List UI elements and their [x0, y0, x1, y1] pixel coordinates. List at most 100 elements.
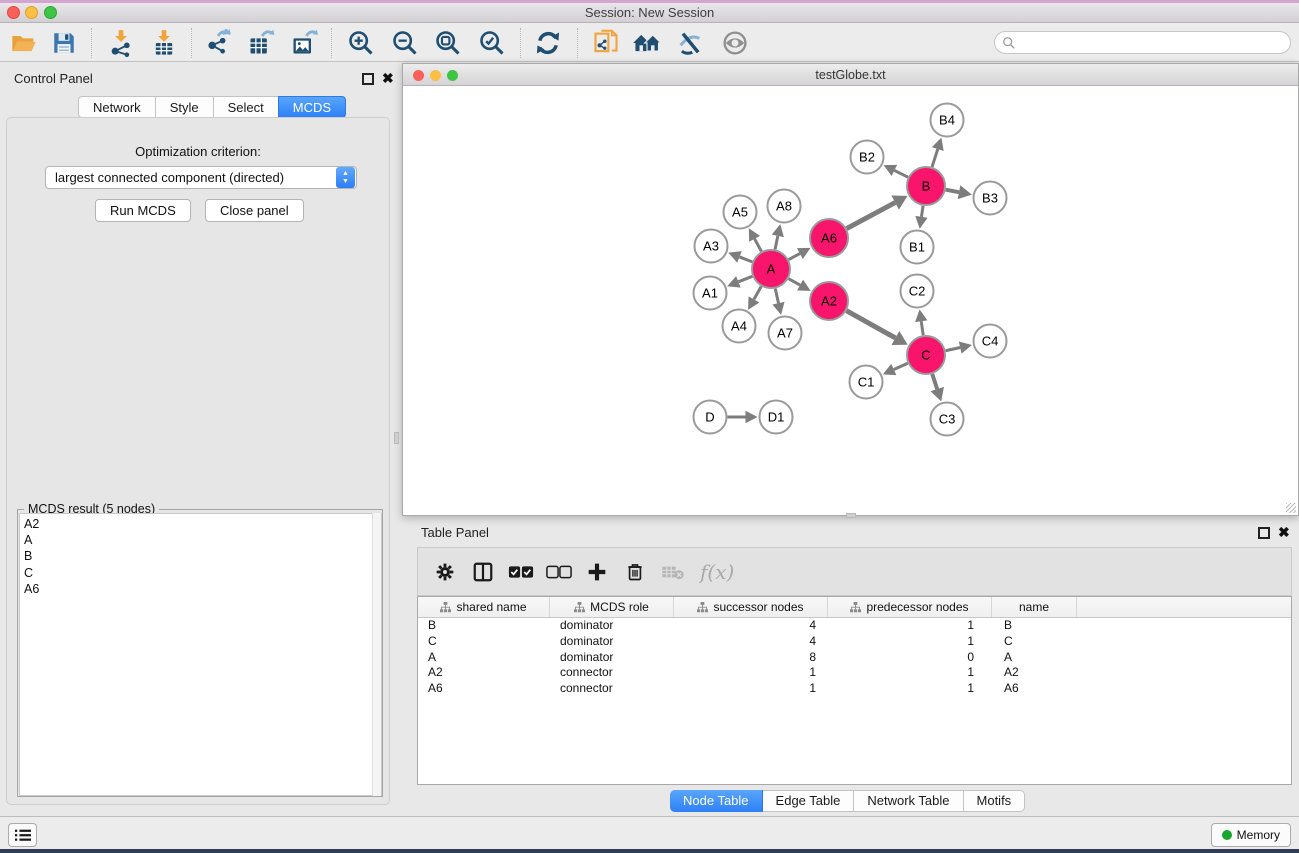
network-graph[interactable]: B4B2BB3A5A8A6B1A3AC2A1A2A4A7C4CC1C3DD1	[404, 86, 1297, 515]
table-cell[interactable]: 4	[674, 618, 828, 634]
graph-edge[interactable]	[754, 286, 761, 299]
close-panel-icon[interactable]: ✖	[382, 71, 394, 85]
table-row[interactable]: Bdominator41B	[418, 618, 1291, 634]
table-cell[interactable]: dominator	[550, 650, 674, 666]
table-cell[interactable]: connector	[550, 681, 674, 697]
tab-edge-table[interactable]: Edge Table	[763, 791, 855, 811]
table-cell[interactable]: B	[992, 618, 1077, 634]
graph-edge[interactable]	[789, 254, 800, 260]
table-cell[interactable]: 1	[828, 665, 992, 681]
result-item[interactable]: A2	[24, 516, 381, 532]
zoom-window-button[interactable]	[44, 6, 57, 19]
run-mcds-button[interactable]: Run MCDS	[95, 199, 191, 222]
column-header-shared-name[interactable]: shared name	[418, 597, 550, 617]
table-settings-button[interactable]	[426, 562, 464, 582]
float-panel-icon[interactable]	[1258, 527, 1270, 539]
close-panel-button[interactable]: Close panel	[205, 199, 304, 222]
table-row[interactable]: A2connector11A2	[418, 665, 1291, 681]
graph-edge[interactable]	[847, 203, 896, 229]
import-network-button[interactable]	[103, 25, 139, 61]
graph-edge[interactable]	[846, 311, 895, 338]
criterion-dropdown[interactable]: largest connected component (directed) ▲…	[45, 166, 357, 189]
table-cell[interactable]: dominator	[550, 634, 674, 650]
result-item[interactable]: A6	[24, 581, 381, 597]
export-table-button[interactable]	[243, 25, 279, 61]
graph-edge[interactable]	[932, 149, 938, 167]
mcds-result-list[interactable]: A2ABCA6	[19, 513, 382, 796]
column-header-predecessor-nodes[interactable]: predecessor nodes	[828, 597, 992, 617]
network-window-titlebar[interactable]: testGlobe.txt	[403, 64, 1298, 86]
graph-edge[interactable]	[775, 289, 778, 304]
minimize-window-button[interactable]	[25, 6, 38, 19]
result-item[interactable]: C	[24, 565, 381, 581]
graph-edge[interactable]	[946, 348, 961, 351]
tab-motifs[interactable]: Motifs	[964, 791, 1025, 811]
table-row[interactable]: Adominator80A	[418, 650, 1291, 666]
export-network-button[interactable]	[200, 25, 236, 61]
select-all-rows-button[interactable]	[502, 565, 540, 579]
column-header-successor-nodes[interactable]: successor nodes	[674, 597, 828, 617]
table-cell[interactable]: 0	[828, 650, 992, 666]
zoom-out-button[interactable]	[387, 25, 423, 61]
graph-edge[interactable]	[775, 236, 778, 250]
resize-grip-icon[interactable]	[1286, 503, 1296, 513]
toggle-views-button[interactable]	[717, 25, 753, 61]
delete-column-button[interactable]	[616, 562, 654, 582]
refresh-layout-button[interactable]	[530, 25, 566, 61]
net-minimize-button[interactable]	[430, 70, 441, 81]
memory-button[interactable]: Memory	[1211, 823, 1291, 847]
app-titlebar[interactable]: Session: New Session	[0, 3, 1299, 23]
table-cell[interactable]: A6	[992, 681, 1077, 697]
toggle-graphics-details-button[interactable]	[672, 25, 708, 61]
table-cell[interactable]: 4	[674, 634, 828, 650]
graph-edge[interactable]	[755, 239, 762, 252]
clone-network-button[interactable]	[588, 25, 624, 61]
table-row[interactable]: Cdominator41C	[418, 634, 1291, 650]
function-builder-button[interactable]: f(x)	[700, 560, 734, 584]
split-handle-bottom[interactable]	[846, 513, 856, 518]
split-handle-left[interactable]	[394, 432, 399, 444]
result-scrollbar[interactable]	[372, 513, 381, 796]
table-cell[interactable]: A2	[992, 665, 1077, 681]
tab-network[interactable]: Network	[78, 96, 155, 118]
table-cell[interactable]: 1	[828, 618, 992, 634]
graph-edge[interactable]	[921, 206, 923, 217]
graph-edge[interactable]	[921, 321, 923, 335]
graph-edge[interactable]	[894, 170, 908, 177]
export-image-button[interactable]	[286, 25, 322, 61]
table-cell[interactable]: connector	[550, 665, 674, 681]
graph-edge[interactable]	[894, 363, 908, 369]
network-canvas[interactable]: B4B2BB3A5A8A6B1A3AC2A1A2A4A7C4CC1C3DD1	[404, 86, 1297, 515]
tab-node-table[interactable]: Node Table	[670, 790, 763, 812]
open-file-button[interactable]	[6, 25, 42, 61]
table-cell[interactable]: A	[418, 650, 550, 666]
net-zoom-button[interactable]	[447, 70, 458, 81]
graph-edge[interactable]	[946, 190, 959, 193]
show-columns-button[interactable]	[464, 561, 502, 583]
table-cell[interactable]: 1	[828, 681, 992, 697]
table-cell[interactable]: 8	[674, 650, 828, 666]
add-column-button[interactable]	[578, 562, 616, 582]
result-item[interactable]: B	[24, 548, 381, 564]
table-cell[interactable]: 1	[828, 634, 992, 650]
tab-style[interactable]: Style	[155, 96, 213, 118]
close-window-button[interactable]	[7, 6, 20, 19]
table-cell[interactable]: B	[418, 618, 550, 634]
zoom-selected-button[interactable]	[474, 25, 510, 61]
graph-edge[interactable]	[789, 279, 801, 285]
import-table-button[interactable]	[146, 25, 182, 61]
table-cell[interactable]: A6	[418, 681, 550, 697]
zoom-fit-button[interactable]	[430, 25, 466, 61]
graph-edge[interactable]	[739, 257, 752, 262]
float-panel-icon[interactable]	[362, 73, 374, 85]
table-row[interactable]: A6connector11A6	[418, 681, 1291, 697]
save-session-button[interactable]	[46, 25, 82, 61]
task-history-button[interactable]	[8, 823, 37, 847]
table-cell[interactable]: A	[992, 650, 1077, 666]
tab-mcds[interactable]: MCDS	[278, 96, 346, 118]
table-cell[interactable]: C	[418, 634, 550, 650]
table-cell[interactable]: C	[992, 634, 1077, 650]
column-header-name[interactable]: name	[992, 597, 1077, 617]
graph-edge[interactable]	[932, 374, 937, 389]
column-header-MCDS-role[interactable]: MCDS role	[550, 597, 674, 617]
